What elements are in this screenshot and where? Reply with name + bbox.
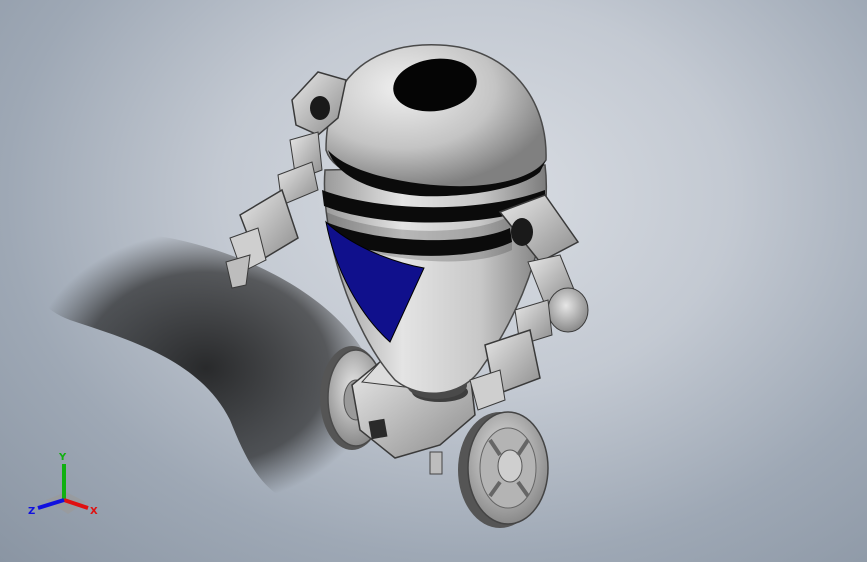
z-axis-label: Z	[28, 506, 35, 517]
graphics-viewport[interactable]: Y X Z	[0, 0, 867, 562]
robot-head	[325, 44, 547, 197]
y-axis-label: Y	[58, 452, 67, 463]
right-wheel	[458, 411, 549, 528]
coordinate-triad[interactable]: Y X Z	[24, 448, 108, 528]
x-axis-label: X	[90, 506, 98, 517]
robot-model-scene[interactable]	[0, 0, 867, 562]
